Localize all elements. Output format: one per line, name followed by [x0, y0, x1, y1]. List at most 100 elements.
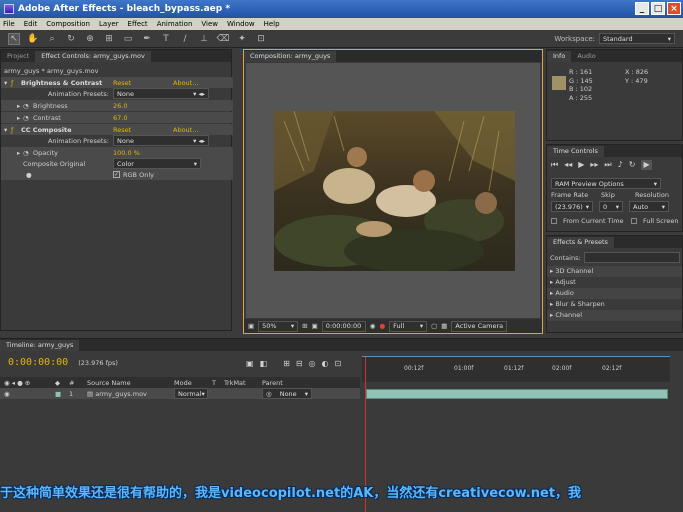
tab-effects-presets[interactable]: Effects & Presets: [547, 237, 614, 248]
rotate-tool-icon[interactable]: ↻: [65, 33, 77, 45]
stopwatch-icon[interactable]: ◔: [23, 114, 33, 122]
effect-header[interactable]: ▾ ƒ CC Composite Reset About...: [1, 124, 233, 135]
ram-preview-icon[interactable]: ▶: [641, 160, 652, 170]
previous-frame-icon[interactable]: ◂◂: [564, 160, 572, 170]
brainstorm-icon[interactable]: ◐: [322, 359, 329, 368]
rectangle-mask-icon[interactable]: ▭: [122, 33, 134, 45]
minimize-button[interactable]: _: [635, 2, 649, 15]
animation-presets-dropdown[interactable]: None ▾ ◂▸: [113, 88, 209, 99]
close-button[interactable]: ×: [667, 2, 681, 15]
first-frame-icon[interactable]: ⏮: [551, 160, 558, 170]
rgb-only-checkbox[interactable]: ✓: [113, 171, 120, 178]
expand-triangle-icon[interactable]: ▾: [1, 79, 11, 87]
hand-tool-icon[interactable]: ✋: [27, 33, 39, 45]
fx-icon[interactable]: ƒ: [11, 126, 21, 134]
maximize-button[interactable]: □: [651, 2, 665, 15]
list-item[interactable]: ▸ 3D Channel: [547, 266, 682, 277]
resolution-dropdown[interactable]: Full ▾: [389, 320, 428, 332]
zoom-tool-icon[interactable]: ⌕: [46, 33, 58, 45]
tab-timeline[interactable]: Timeline: army_guys: [0, 340, 80, 351]
pen-tool-icon[interactable]: ✒: [141, 33, 153, 45]
contains-search-input[interactable]: [583, 252, 680, 263]
expand-triangle-icon[interactable]: ▾: [1, 126, 11, 134]
table-row[interactable]: ◉ ■ 1 ▤ army_guys.mov Normal ▾ ◎ None ▾: [0, 388, 360, 399]
skip-dropdown[interactable]: 0 ▾: [599, 201, 623, 212]
property-value[interactable]: 100.0 %: [113, 149, 140, 157]
menu-effect[interactable]: Effect: [128, 20, 148, 28]
timeline-current-time[interactable]: 0:00:00:00: [8, 357, 68, 368]
parent-dropdown[interactable]: ◎ None ▾: [262, 388, 312, 399]
camera-view-dropdown[interactable]: Active Camera: [451, 320, 508, 332]
eye-icon[interactable]: ◉: [0, 390, 55, 398]
time-ruler[interactable]: 00:12f 01:00f 01:12f 02:00f 02:12f: [362, 357, 670, 382]
blend-mode-dropdown[interactable]: Normal ▾: [174, 388, 208, 399]
text-tool-icon[interactable]: T: [160, 33, 172, 45]
expand-triangle-icon[interactable]: ▸: [1, 149, 23, 157]
menu-animation[interactable]: Animation: [157, 20, 193, 28]
loop-icon[interactable]: ↻: [629, 160, 636, 170]
motion-blur-icon[interactable]: ◎: [309, 359, 316, 368]
menu-layer[interactable]: Layer: [99, 20, 119, 28]
ram-preview-options-dropdown[interactable]: RAM Preview Options ▾: [551, 178, 661, 189]
menu-edit[interactable]: Edit: [24, 20, 38, 28]
region-of-interest-icon[interactable]: ▢: [431, 322, 437, 330]
frame-blending-icon[interactable]: ⊟: [296, 359, 303, 368]
animation-presets-dropdown[interactable]: None ▾ ◂▸: [113, 135, 209, 146]
next-frame-icon[interactable]: ▸▸: [590, 160, 598, 170]
stopwatch-icon[interactable]: ◔: [23, 149, 33, 157]
property-value[interactable]: 26.0: [113, 102, 127, 110]
list-item[interactable]: ▸ Adjust: [547, 277, 682, 288]
live-update-icon[interactable]: ▣: [246, 359, 254, 368]
tab-info[interactable]: Info: [547, 51, 572, 62]
current-time-field[interactable]: 0:00:00:00: [321, 320, 366, 332]
selection-tool-icon[interactable]: ↖: [8, 32, 20, 45]
graph-editor-icon[interactable]: ⊡: [335, 359, 342, 368]
full-screen-checkbox[interactable]: [631, 218, 637, 224]
label-color-icon[interactable]: ■: [55, 390, 69, 398]
list-item[interactable]: ▸ Audio: [547, 288, 682, 299]
workspace-dropdown[interactable]: Standard ▾: [599, 33, 675, 44]
tab-project[interactable]: Project: [1, 51, 35, 62]
about-link[interactable]: About...: [173, 79, 198, 87]
eraser-tool-icon[interactable]: ⌫: [217, 33, 230, 45]
last-frame-icon[interactable]: ⏭: [604, 160, 611, 170]
layer-duration-bar[interactable]: [366, 389, 668, 399]
column-source-name[interactable]: Source Name: [87, 379, 174, 387]
color-channels-icon[interactable]: ●: [379, 322, 385, 330]
property-value[interactable]: 67.0: [113, 114, 127, 122]
audio-icon[interactable]: ♪: [618, 160, 623, 170]
list-item[interactable]: ▸ Channel: [547, 310, 682, 321]
tab-audio[interactable]: Audio: [571, 51, 601, 62]
from-current-time-checkbox[interactable]: [551, 218, 557, 224]
orbit-camera-icon[interactable]: ⊕: [84, 33, 96, 45]
transparency-grid-icon[interactable]: ▦: [441, 322, 447, 330]
menu-file[interactable]: File: [3, 20, 15, 28]
fx-icon[interactable]: ƒ: [11, 79, 21, 87]
effect-header[interactable]: ▾ ƒ Brightness & Contrast Reset About...: [1, 77, 233, 88]
play-icon[interactable]: ▶: [578, 160, 584, 170]
snapshot-icon[interactable]: ◉: [370, 322, 376, 330]
camera-snapshot-icon[interactable]: ▣: [312, 322, 318, 330]
menu-window[interactable]: Window: [227, 20, 255, 28]
draft-3d-icon[interactable]: ◧: [260, 359, 268, 368]
expand-triangle-icon[interactable]: ▸: [1, 102, 23, 110]
menu-help[interactable]: Help: [264, 20, 280, 28]
brush-tool-icon[interactable]: ∕: [179, 33, 191, 45]
menu-view[interactable]: View: [201, 20, 218, 28]
composition-viewer[interactable]: [246, 63, 540, 318]
tab-effect-controls[interactable]: Effect Controls: army_guys.mov: [35, 51, 151, 62]
menu-composition[interactable]: Composition: [46, 20, 90, 28]
magnification-dropdown[interactable]: 50% ▾: [258, 320, 299, 332]
tab-time-controls[interactable]: Time Controls: [547, 146, 604, 157]
preview-resolution-dropdown[interactable]: Auto ▾: [629, 201, 669, 212]
reset-link[interactable]: Reset: [113, 79, 173, 87]
about-link[interactable]: About...: [173, 126, 198, 134]
tab-composition[interactable]: Composition: army_guys: [244, 51, 337, 62]
reset-link[interactable]: Reset: [113, 126, 173, 134]
composite-original-dropdown[interactable]: Color ▾: [113, 158, 201, 169]
safe-zones-icon[interactable]: ⊞: [302, 322, 307, 330]
clone-stamp-icon[interactable]: ⊥: [198, 33, 210, 45]
puppet-pin-icon[interactable]: ✦: [236, 33, 248, 45]
stopwatch-icon[interactable]: ●: [1, 171, 113, 179]
always-preview-icon[interactable]: ▣: [248, 322, 254, 330]
